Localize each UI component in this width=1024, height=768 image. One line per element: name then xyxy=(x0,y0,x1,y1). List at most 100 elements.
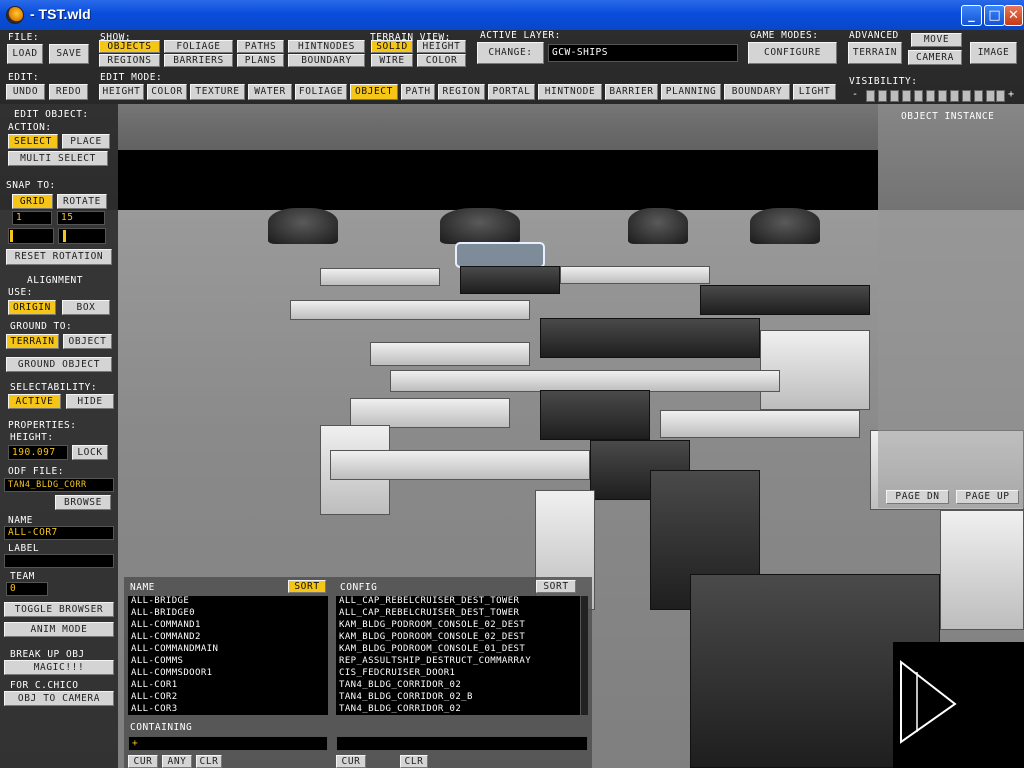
list-item[interactable]: all-bridge0 xyxy=(128,608,328,620)
show-objects-toggle[interactable]: Objects xyxy=(99,40,160,53)
visibility-slot[interactable] xyxy=(986,90,995,102)
mode-region-tab[interactable]: Region xyxy=(438,84,485,100)
visibility-slot[interactable] xyxy=(962,90,971,102)
visibility-slot[interactable] xyxy=(902,90,911,102)
height-field[interactable]: 190.097 xyxy=(8,445,68,460)
visibility-slot[interactable] xyxy=(938,90,947,102)
grid-slider-handle[interactable] xyxy=(10,230,13,242)
camera-view-box[interactable] xyxy=(893,642,1024,768)
list-item[interactable]: all-comms xyxy=(128,656,328,668)
sort-config-button[interactable]: Sort xyxy=(536,580,576,593)
snap-rotate-button[interactable]: Rotate xyxy=(57,194,107,209)
mode-path-tab[interactable]: Path xyxy=(401,84,435,100)
selected-object-highlight[interactable] xyxy=(455,242,545,268)
rotate-slider-handle[interactable] xyxy=(63,230,66,242)
list-item[interactable]: all-command1 xyxy=(128,620,328,632)
config-cur-button[interactable]: Cur xyxy=(336,755,366,768)
show-barriers-toggle[interactable]: Barriers xyxy=(164,54,233,67)
selectability-hide-button[interactable]: Hide xyxy=(66,394,114,409)
list-item[interactable]: all_cap_rebelcruiser_dest_tower xyxy=(336,608,582,620)
rotate-slider[interactable] xyxy=(58,228,106,244)
list-item[interactable]: all-bridge xyxy=(128,596,328,608)
visibility-slot[interactable] xyxy=(926,90,935,102)
advanced-terrain-button[interactable]: Terrain xyxy=(848,42,902,64)
snap-grid-button[interactable]: Grid xyxy=(12,194,53,209)
list-item[interactable]: tan4_bldg_corridor_02 xyxy=(336,704,582,715)
app-icon[interactable] xyxy=(6,6,24,24)
show-plans-toggle[interactable]: Plans xyxy=(237,54,284,67)
list-item[interactable]: all-cor3 xyxy=(128,704,328,715)
terrain-height-toggle[interactable]: Height xyxy=(417,40,466,53)
list-item[interactable]: all-commandmain xyxy=(128,644,328,656)
mode-water-tab[interactable]: Water xyxy=(248,84,292,100)
visibility-increase-button[interactable]: + xyxy=(1008,89,1015,100)
list-item[interactable]: tan4_bldg_corridor_02 xyxy=(336,680,582,692)
align-box-button[interactable]: Box xyxy=(62,300,110,315)
mode-height-tab[interactable]: Height xyxy=(99,84,144,100)
sort-names-button[interactable]: Sort xyxy=(288,580,326,593)
mode-portal-tab[interactable]: Portal xyxy=(488,84,535,100)
show-boundary-toggle[interactable]: Boundary xyxy=(288,54,365,67)
save-button[interactable]: Save xyxy=(49,44,89,64)
mode-light-tab[interactable]: Light xyxy=(793,84,836,100)
advanced-camera-button[interactable]: Camera xyxy=(908,50,962,65)
show-hintnodes-toggle[interactable]: HintNodes xyxy=(288,40,365,53)
mode-object-tab[interactable]: Object xyxy=(350,84,398,100)
anim-mode-button[interactable]: Anim Mode xyxy=(4,622,114,637)
maximize-button[interactable]: □ xyxy=(984,5,1005,26)
name-list[interactable]: all-bridge all-bridge0 all-command1 all-… xyxy=(128,596,328,715)
object-name-field[interactable]: all-cor7 xyxy=(4,526,114,540)
ground-terrain-button[interactable]: Terrain xyxy=(6,334,59,349)
mode-planning-tab[interactable]: Planning xyxy=(661,84,721,100)
config-clr-button[interactable]: Clr xyxy=(400,755,428,768)
name-cur-button[interactable]: Cur xyxy=(128,755,158,768)
terrain-solid-toggle[interactable]: Solid xyxy=(371,40,413,53)
mode-barrier-tab[interactable]: Barrier xyxy=(605,84,658,100)
mode-texture-tab[interactable]: Texture xyxy=(190,84,245,100)
name-any-button[interactable]: Any xyxy=(162,755,192,768)
list-item[interactable]: kam_bldg_podroom_console_01_dest xyxy=(336,644,582,656)
browse-button[interactable]: Browse xyxy=(55,495,111,510)
ground-object-toggle[interactable]: Object xyxy=(63,334,112,349)
toggle-browser-button[interactable]: Toggle Browser xyxy=(4,602,114,617)
config-list[interactable]: all_cap_rebelcruiser_dest_tower all_cap_… xyxy=(336,596,582,715)
selectability-active-button[interactable]: Active xyxy=(8,394,61,409)
visibility-slot[interactable] xyxy=(866,90,875,102)
config-filter-field[interactable] xyxy=(336,736,588,751)
list-item[interactable]: rep_assultship_destruct_commarray xyxy=(336,656,582,668)
list-item[interactable]: all-cor1 xyxy=(128,680,328,692)
mode-foliage-tab[interactable]: Foliage xyxy=(295,84,347,100)
show-regions-toggle[interactable]: Regions xyxy=(99,54,160,67)
page-up-button[interactable]: Page Up xyxy=(956,490,1019,504)
height-lock-button[interactable]: Lock xyxy=(72,445,108,460)
visibility-slot[interactable] xyxy=(996,90,1005,102)
team-field[interactable]: 0 xyxy=(6,582,48,596)
advanced-move-button[interactable]: Move xyxy=(911,33,962,47)
visibility-slot[interactable] xyxy=(890,90,899,102)
mode-color-tab[interactable]: Color xyxy=(147,84,187,100)
list-item[interactable]: tan4_bldg_corridor_02_b xyxy=(336,692,582,704)
mode-boundary-tab[interactable]: Boundary xyxy=(724,84,790,100)
select-action-button[interactable]: Select xyxy=(8,134,58,149)
visibility-slot[interactable] xyxy=(950,90,959,102)
list-item[interactable]: all-commsdoor1 xyxy=(128,668,328,680)
list-item[interactable]: all-cor2 xyxy=(128,692,328,704)
reset-rotation-button[interactable]: Reset Rotation xyxy=(6,249,112,265)
align-origin-button[interactable]: Origin xyxy=(8,300,56,315)
obj-to-camera-button[interactable]: Obj To Camera xyxy=(4,691,114,706)
mode-hintnode-tab[interactable]: HintNode xyxy=(538,84,602,100)
odf-file-field[interactable]: tan4_bldg_corr xyxy=(4,478,114,492)
grid-size-field[interactable]: 1 xyxy=(12,211,52,225)
terrain-wire-toggle[interactable]: Wire xyxy=(371,54,413,67)
show-paths-toggle[interactable]: Paths xyxy=(237,40,284,53)
list-item[interactable]: all-command2 xyxy=(128,632,328,644)
close-button[interactable]: ✕ xyxy=(1004,5,1023,26)
visibility-slot[interactable] xyxy=(914,90,923,102)
minimize-button[interactable]: _ xyxy=(961,5,982,26)
list-item[interactable]: kam_bldg_podroom_console_02_dest xyxy=(336,620,582,632)
active-layer-field[interactable]: GCW-Ships xyxy=(548,44,738,62)
advanced-image-button[interactable]: Image xyxy=(970,42,1017,64)
place-action-button[interactable]: Place xyxy=(62,134,110,149)
configure-button[interactable]: Configure xyxy=(748,42,837,64)
undo-button[interactable]: Undo xyxy=(6,84,45,100)
